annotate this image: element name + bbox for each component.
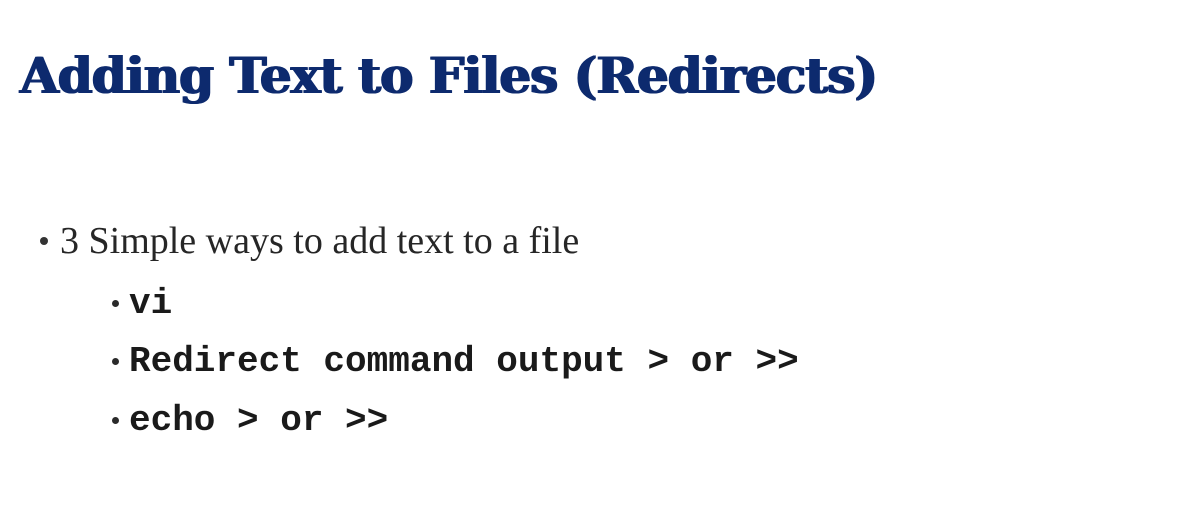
bullet-text: 3 Simple ways to add text to a file: [60, 220, 580, 262]
bullet-dot-icon: [40, 237, 48, 245]
bullet-list: 3 Simple ways to add text to a file vi R…: [40, 214, 799, 450]
bullet-dot-icon: [112, 299, 119, 307]
bullet-item: 3 Simple ways to add text to a file vi R…: [40, 214, 799, 450]
bullet-dot-icon: [112, 416, 119, 424]
sub-bullet-text: Redirect command output > or >>: [129, 341, 799, 383]
slide: Adding Text to Files (Redirects) 3 Simpl…: [0, 0, 1201, 506]
sub-bullet-list: vi Redirect command output > or >> echo …: [40, 274, 799, 450]
sub-bullet-item-redirect: Redirect command output > or >>: [112, 333, 799, 392]
bullet-dot-icon: [112, 358, 119, 366]
slide-title: Adding Text to Files (Redirects): [20, 46, 878, 105]
sub-bullet-item-vi: vi: [112, 274, 799, 333]
sub-bullet-item-echo: echo > or >>: [112, 391, 799, 450]
sub-bullet-text: echo > or >>: [129, 399, 389, 441]
sub-bullet-text: vi: [129, 282, 173, 324]
bullet-row: 3 Simple ways to add text to a file: [40, 214, 799, 268]
